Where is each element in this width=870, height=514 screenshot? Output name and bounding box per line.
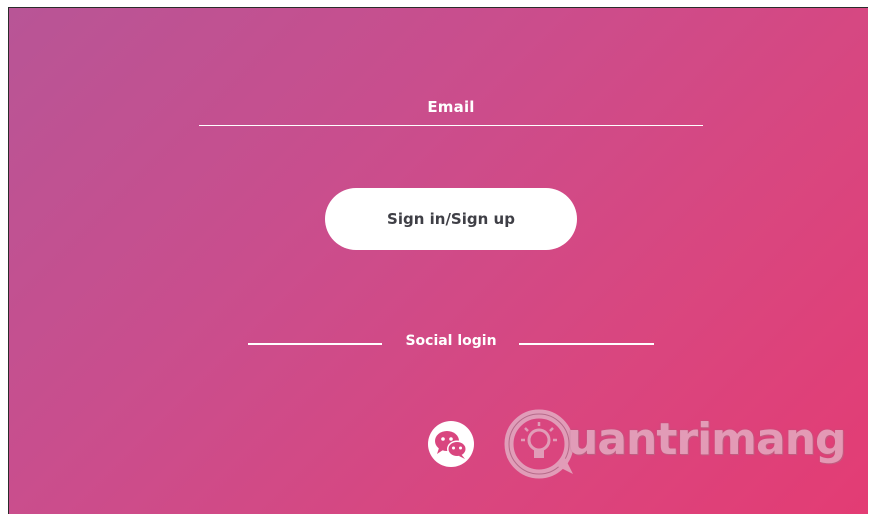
social-login-label: Social login — [405, 333, 497, 349]
signin-signup-label: Sign in/Sign up — [387, 210, 515, 228]
watermark-logo: uantrimang — [503, 406, 863, 486]
email-label: Email — [427, 97, 475, 116]
watermark-text: uantrimang — [567, 414, 847, 465]
signin-signup-button[interactable]: Sign in/Sign up — [325, 188, 577, 250]
wechat-login-button[interactable] — [428, 421, 474, 467]
divider-line-right — [519, 343, 654, 345]
login-screen: Email Sign in/Sign up Social login uantr… — [8, 7, 868, 514]
lightbulb-logo-icon — [504, 409, 574, 479]
social-login-divider: Social login — [248, 331, 654, 355]
wechat-icon — [435, 431, 467, 459]
email-field[interactable]: Email — [199, 88, 703, 126]
divider-line-left — [248, 343, 382, 345]
